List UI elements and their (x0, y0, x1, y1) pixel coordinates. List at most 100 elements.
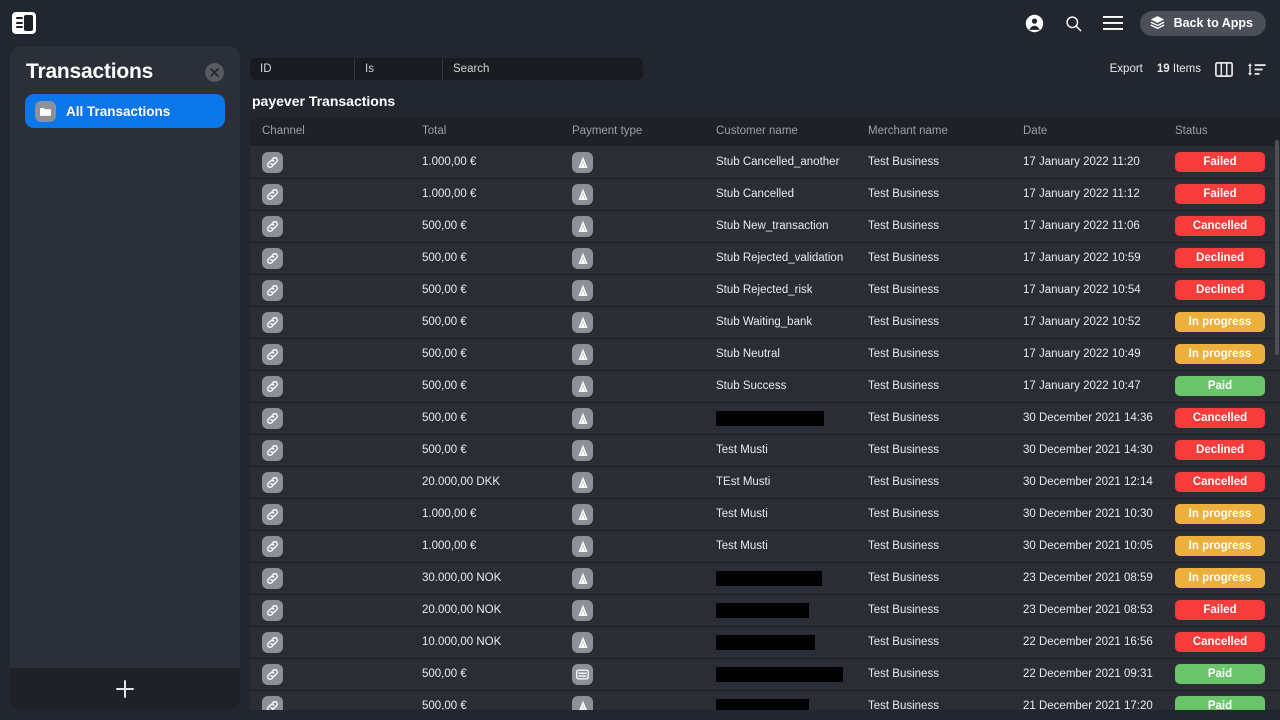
cell-channel[interactable] (250, 146, 410, 178)
cell-payment-type[interactable] (560, 658, 712, 690)
cell-channel[interactable] (250, 530, 410, 562)
status-badge: Failed (1175, 600, 1265, 620)
table-row[interactable]: 1.000,00 €Test MustiTest Business30 Dece… (250, 530, 1280, 562)
column-header-payment-type[interactable]: Payment type (560, 117, 712, 146)
table-row[interactable]: 500,00 €Test Business30 December 2021 14… (250, 402, 1280, 434)
column-header-customer-name[interactable]: Customer name (712, 117, 864, 146)
columns-icon[interactable] (1215, 62, 1233, 77)
cell-channel[interactable] (250, 402, 410, 434)
cell-payment-type[interactable] (560, 306, 712, 338)
table-row[interactable]: 500,00 €Test Business22 December 2021 09… (250, 658, 1280, 690)
cell-payment-type[interactable] (560, 434, 712, 466)
column-header-status[interactable]: Status (1171, 117, 1280, 146)
filter-operator-select[interactable]: Is (355, 58, 443, 80)
column-header-channel[interactable]: Channel (250, 117, 410, 146)
status-badge: Cancelled (1175, 408, 1265, 428)
cell-payment-type[interactable] (560, 402, 712, 434)
filter-field-select[interactable]: ID (250, 58, 355, 80)
status-badge: Paid (1175, 696, 1265, 710)
cell-status: Failed (1171, 178, 1280, 210)
cell-payment-type[interactable] (560, 562, 712, 594)
cell-payment-type[interactable] (560, 626, 712, 658)
sidebar-toggle-icon[interactable] (12, 12, 36, 34)
table-row[interactable]: 30.000,00 NOKTest Business23 December 20… (250, 562, 1280, 594)
cell-payment-type[interactable] (560, 274, 712, 306)
cell-channel[interactable] (250, 690, 410, 710)
cell-payment-type[interactable] (560, 242, 712, 274)
sort-icon[interactable] (1247, 62, 1266, 77)
cell-merchant-name: Test Business (864, 402, 1019, 434)
cell-channel[interactable] (250, 594, 410, 626)
cell-payment-type[interactable] (560, 466, 712, 498)
table-row[interactable]: 20.000,00 DKKTEst MustiTest Business30 D… (250, 466, 1280, 498)
table-row[interactable]: 500,00 €Stub NeutralTest Business17 Janu… (250, 338, 1280, 370)
cell-payment-type[interactable] (560, 178, 712, 210)
status-badge: Cancelled (1175, 632, 1265, 652)
column-header-total[interactable]: Total (410, 117, 560, 146)
cell-customer: Stub Success (712, 370, 864, 402)
table-row[interactable]: 500,00 €Test Business21 December 2021 17… (250, 690, 1280, 710)
cell-channel[interactable] (250, 306, 410, 338)
cell-channel[interactable] (250, 178, 410, 210)
cell-payment-type[interactable] (560, 530, 712, 562)
table-row[interactable]: 500,00 €Stub Waiting_bankTest Business17… (250, 306, 1280, 338)
cell-payment-type[interactable] (560, 370, 712, 402)
cell-channel[interactable] (250, 338, 410, 370)
column-header-date[interactable]: Date (1019, 117, 1171, 146)
cell-channel[interactable] (250, 626, 410, 658)
close-circle-icon[interactable] (205, 63, 224, 82)
cell-customer-name: Stub Cancelled (716, 188, 794, 200)
cell-customer-name: Stub Success (716, 380, 786, 392)
export-button[interactable]: Export (1110, 63, 1143, 75)
cell-channel[interactable] (250, 274, 410, 306)
redacted-customer-name (716, 571, 822, 586)
cell-date: 17 January 2022 11:12 (1019, 178, 1171, 210)
column-header-merchant-name[interactable]: Merchant name (864, 117, 1019, 146)
cell-payment-type[interactable] (560, 146, 712, 178)
app-body: Transactions All Transactions (0, 46, 1280, 720)
cell-merchant-name: Test Business (864, 530, 1019, 562)
cell-channel[interactable] (250, 498, 410, 530)
table-row[interactable]: 500,00 €Stub Rejected_validationTest Bus… (250, 242, 1280, 274)
link-icon (262, 184, 283, 205)
table-row[interactable]: 1.000,00 €Test MustiTest Business30 Dece… (250, 498, 1280, 530)
cell-channel[interactable] (250, 210, 410, 242)
link-icon (262, 248, 283, 269)
sidebar-item-all-transactions[interactable]: All Transactions (25, 94, 225, 128)
payment-flame-icon (572, 504, 593, 525)
cell-payment-type[interactable] (560, 498, 712, 530)
cell-customer-name: Stub New_transaction (716, 220, 829, 232)
items-count: 19 Items (1157, 63, 1201, 75)
search-icon[interactable] (1063, 12, 1085, 34)
table-scrollbar[interactable] (1275, 140, 1279, 355)
cell-channel[interactable] (250, 466, 410, 498)
table-row[interactable]: 500,00 €Stub SuccessTest Business17 Janu… (250, 370, 1280, 402)
cell-channel[interactable] (250, 658, 410, 690)
table-row[interactable]: 10.000,00 NOKTest Business22 December 20… (250, 626, 1280, 658)
link-icon (262, 376, 283, 397)
cell-channel[interactable] (250, 562, 410, 594)
cell-payment-type[interactable] (560, 210, 712, 242)
search-input[interactable]: Search (443, 58, 643, 80)
cell-channel[interactable] (250, 434, 410, 466)
sidebar-add-button[interactable] (10, 668, 240, 710)
cell-customer (712, 690, 864, 710)
table-row[interactable]: 500,00 €Stub New_transactionTest Busines… (250, 210, 1280, 242)
cell-date: 30 December 2021 14:30 (1019, 434, 1171, 466)
cell-channel[interactable] (250, 242, 410, 274)
cell-total: 1.000,00 € (410, 146, 560, 178)
table-row[interactable]: 1.000,00 €Stub CancelledTest Business17 … (250, 178, 1280, 210)
account-circle-icon[interactable] (1024, 12, 1046, 34)
cell-payment-type[interactable] (560, 594, 712, 626)
table-row[interactable]: 20.000,00 NOKTest Business23 December 20… (250, 594, 1280, 626)
hamburger-menu-icon[interactable] (1102, 12, 1124, 34)
cell-channel[interactable] (250, 370, 410, 402)
back-to-apps-button[interactable]: Back to Apps (1140, 11, 1266, 36)
status-badge: Declined (1175, 248, 1265, 268)
cell-payment-type[interactable] (560, 338, 712, 370)
table-row[interactable]: 500,00 €Test MustiTest Business30 Decemb… (250, 434, 1280, 466)
table-row[interactable]: 1.000,00 €Stub Cancelled_anotherTest Bus… (250, 146, 1280, 178)
cell-total: 1.000,00 € (410, 178, 560, 210)
cell-payment-type[interactable] (560, 690, 712, 710)
table-row[interactable]: 500,00 €Stub Rejected_riskTest Business1… (250, 274, 1280, 306)
